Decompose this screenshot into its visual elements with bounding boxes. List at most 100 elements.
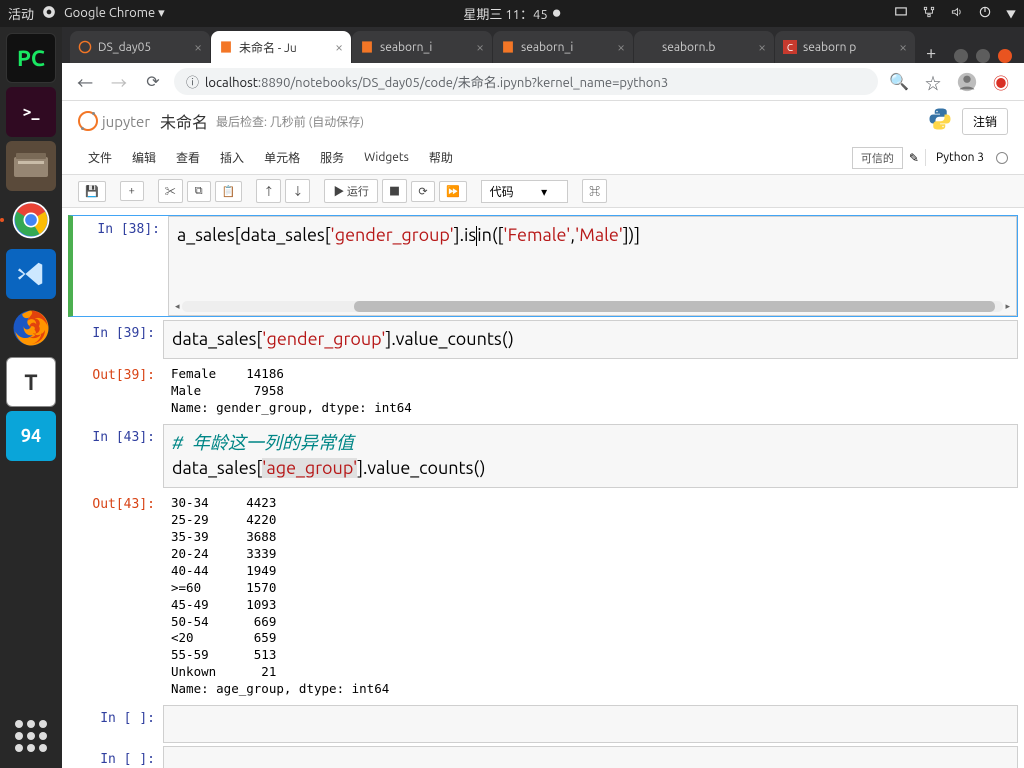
add-cell-button[interactable]: +	[120, 181, 144, 201]
tab-seaborn-2[interactable]: seaborn_i ×	[493, 31, 633, 63]
code-editor[interactable]	[163, 705, 1018, 743]
prompt-label: Out[43]:	[68, 491, 163, 702]
move-down-button[interactable]: ↓	[285, 179, 310, 203]
cell-output: 30-34 4423 25-29 4220 35-39 3688 20-24 3…	[163, 491, 1018, 702]
prompt-label: In [38]:	[73, 216, 168, 316]
kernel-name[interactable]: Python 3	[925, 149, 990, 166]
cut-button[interactable]: ✂	[158, 179, 183, 203]
prompt-label: In [43]:	[68, 424, 163, 489]
screen-icon[interactable]	[894, 5, 908, 22]
menu-edit[interactable]: 编辑	[122, 145, 166, 170]
forward-button[interactable]: →	[106, 69, 132, 95]
volume-icon[interactable]	[950, 5, 964, 22]
copy-button[interactable]: ⧉	[187, 181, 211, 202]
window-controls	[954, 49, 1016, 63]
run-button[interactable]: ▶ 运行	[324, 179, 378, 203]
menu-help[interactable]: 帮助	[419, 145, 463, 170]
command-palette-button[interactable]: ⌘	[582, 179, 607, 203]
url-bar: ← → ⟳ ⓘ localhost:8890/notebooks/DS_day0…	[62, 63, 1024, 101]
horizontal-scrollbar-thumb[interactable]	[354, 301, 995, 312]
back-button[interactable]: ←	[72, 69, 98, 95]
tab-seaborn-4[interactable]: C seaborn p ×	[775, 31, 915, 63]
prompt-label: Out[39]:	[68, 362, 163, 421]
close-icon[interactable]: ×	[335, 39, 343, 55]
menu-cell[interactable]: 单元格	[254, 145, 310, 170]
address-field[interactable]: ⓘ localhost:8890/notebooks/DS_day05/code…	[174, 68, 878, 95]
dock-terminal[interactable]: >_	[6, 87, 56, 137]
search-engine-icon[interactable]: 🔍	[886, 69, 912, 95]
menu-view[interactable]: 查看	[166, 145, 210, 170]
code-editor[interactable]: data_sales['gender_group'].value_counts(…	[163, 320, 1018, 359]
dock: PC >_ T 94	[0, 27, 62, 768]
tab-ds-day05[interactable]: DS_day05 ×	[70, 31, 210, 63]
maximize-button[interactable]	[976, 49, 990, 63]
save-button[interactable]: 💾	[78, 181, 106, 202]
notebook-title[interactable]: 未命名	[160, 109, 208, 133]
code-editor[interactable]	[163, 746, 1018, 768]
menu-caret-icon[interactable]: ▼	[1006, 6, 1016, 21]
cell-output: Female 14186 Male 7958 Name: gender_grou…	[163, 362, 1018, 421]
restart-button[interactable]: ⟳	[411, 181, 435, 202]
dock-chrome[interactable]	[6, 195, 56, 245]
prompt-label: In [ ]:	[68, 705, 163, 743]
new-tab-button[interactable]: +	[916, 43, 946, 63]
minimize-button[interactable]	[954, 49, 968, 63]
prompt-label: In [ ]:	[68, 746, 163, 768]
dock-misc-app[interactable]: 94	[6, 411, 56, 461]
move-up-button[interactable]: ↑	[256, 179, 281, 203]
clock[interactable]: 星期三 11：45	[463, 4, 547, 23]
python-icon	[928, 107, 952, 135]
profile-button[interactable]	[954, 69, 980, 95]
show-apps-button[interactable]	[11, 716, 51, 756]
code-cell[interactable]: In [38]: a_sales[data_sales['gender_grou…	[68, 215, 1018, 317]
network-icon[interactable]	[922, 5, 936, 22]
extension-icon[interactable]: ◉	[988, 69, 1014, 95]
close-window-button[interactable]	[998, 49, 1012, 63]
tab-untitled[interactable]: 未命名 - Ju ×	[211, 31, 351, 63]
code-cell[interactable]: In [43]: # 年龄这一列的异常值 data_sales['age_gro…	[68, 424, 1018, 489]
paste-button[interactable]: 📋	[215, 181, 243, 202]
chrome-indicator-icon	[42, 5, 56, 22]
dock-pycharm[interactable]: PC	[6, 33, 56, 83]
fast-forward-button[interactable]: ⏩	[439, 181, 467, 202]
trusted-indicator[interactable]: 可信的	[852, 147, 903, 169]
close-icon[interactable]: ×	[899, 39, 907, 55]
close-icon[interactable]: ×	[194, 39, 202, 55]
scroll-right-arrow[interactable]: ▸	[1005, 300, 1010, 312]
notebook-icon	[360, 40, 374, 54]
menu-widgets[interactable]: Widgets	[354, 147, 419, 168]
tab-seaborn-3[interactable]: seaborn.b ×	[634, 31, 774, 63]
dock-text-editor[interactable]: T	[6, 357, 56, 407]
scroll-left-arrow[interactable]: ◂	[175, 300, 180, 312]
close-icon[interactable]: ×	[758, 39, 766, 55]
code-cell[interactable]: In [ ]:	[68, 746, 1018, 768]
dock-firefox[interactable]	[6, 303, 56, 353]
site-info-icon[interactable]: ⓘ	[186, 72, 199, 91]
tab-seaborn-1[interactable]: seaborn_i ×	[352, 31, 492, 63]
bookmark-button[interactable]: ☆	[920, 69, 946, 95]
jupyter-icon	[78, 40, 92, 54]
output-cell: Out[39]: Female 14186 Male 7958 Name: ge…	[68, 362, 1018, 421]
clock-dot: ●	[553, 8, 561, 19]
stop-button[interactable]: ■	[382, 179, 407, 203]
close-icon[interactable]: ×	[476, 39, 484, 55]
code-cell[interactable]: In [39]: data_sales['gender_group'].valu…	[68, 320, 1018, 359]
code-cell[interactable]: In [ ]:	[68, 705, 1018, 743]
app-name[interactable]: Google Chrome ▾	[64, 6, 165, 21]
dock-vscode[interactable]	[6, 249, 56, 299]
jupyter-logo[interactable]: jupyter	[78, 111, 150, 131]
power-icon[interactable]	[978, 5, 992, 22]
menu-insert[interactable]: 插入	[210, 145, 254, 170]
reload-button[interactable]: ⟳	[140, 69, 166, 95]
menu-kernel[interactable]: 服务	[310, 145, 354, 170]
logout-button[interactable]: 注销	[962, 108, 1008, 135]
prompt-label: In [39]:	[68, 320, 163, 359]
activities-label[interactable]: 活动	[8, 4, 34, 23]
code-editor[interactable]: a_sales[data_sales['gender_group'].isin(…	[168, 216, 1017, 316]
code-editor[interactable]: # 年龄这一列的异常值 data_sales['age_group'].valu…	[163, 424, 1018, 489]
dock-files[interactable]	[6, 141, 56, 191]
celltype-select[interactable]: 代码 ▾	[481, 180, 569, 203]
close-icon[interactable]: ×	[617, 39, 625, 55]
pencil-icon[interactable]: ✎	[909, 151, 919, 165]
menu-file[interactable]: 文件	[78, 145, 122, 170]
